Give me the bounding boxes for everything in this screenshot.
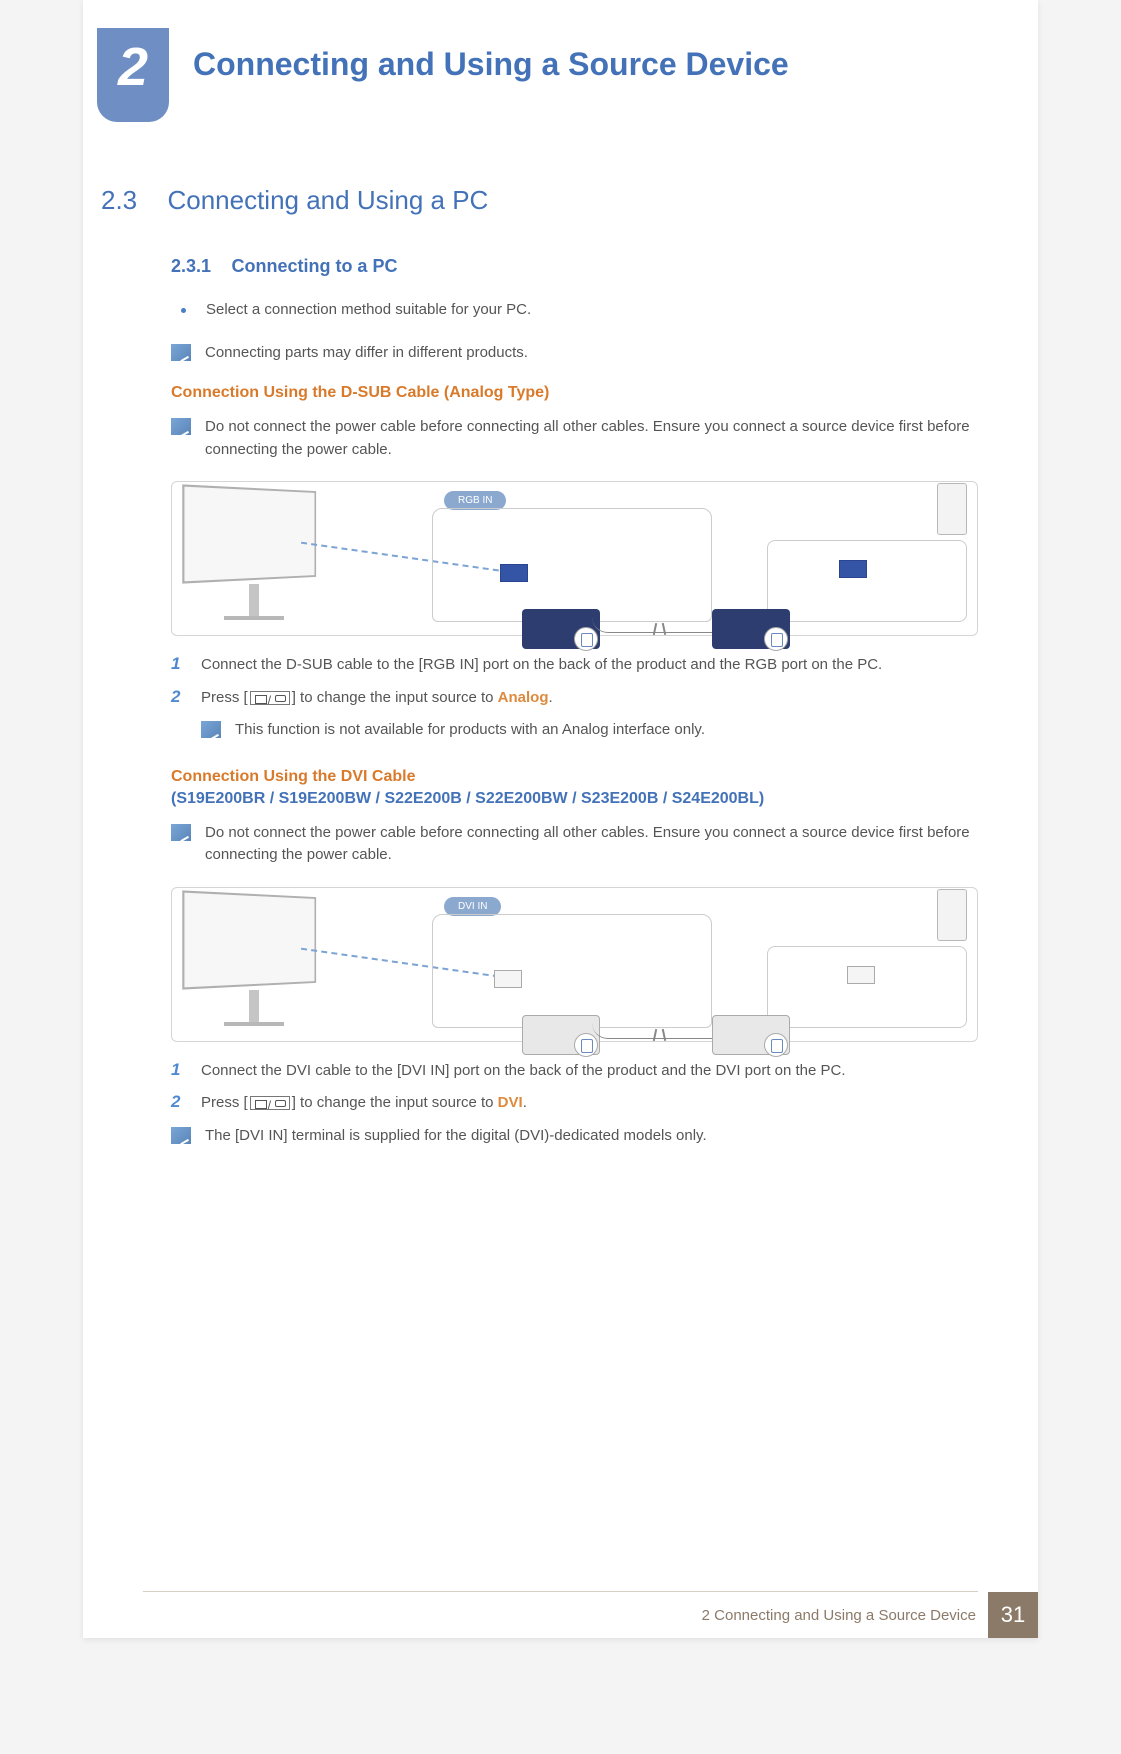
chapter-title: Connecting and Using a Source Device — [193, 46, 789, 83]
text: . — [549, 689, 553, 706]
dsub-note: This function is not available for produ… — [201, 719, 978, 742]
note-text: Connecting parts may differ in different… — [205, 342, 528, 365]
chapter-badge: 2 — [97, 28, 169, 122]
page: 2 Connecting and Using a Source Device 2… — [83, 0, 1038, 1638]
pc-dvi-port-icon — [847, 966, 875, 984]
step-number: 2 — [171, 687, 185, 707]
step-text: Connect the DVI cable to the [DVI IN] po… — [201, 1060, 846, 1083]
dsub-warning: Do not connect the power cable before co… — [171, 416, 978, 461]
source-button-icon — [250, 1096, 290, 1110]
pc-port-panel — [767, 540, 967, 622]
note-icon — [201, 721, 221, 738]
wire-tie-icon — [654, 623, 664, 637]
rgb-port-icon — [500, 564, 528, 582]
note-icon — [171, 1127, 191, 1144]
bullet-text: Select a connection method suitable for … — [206, 299, 531, 322]
text: ] to change the input source to — [292, 689, 498, 706]
step-text: Connect the D-SUB cable to the [RGB IN] … — [201, 654, 882, 677]
dvi-heading: Connection Using the DVI Cable — [171, 768, 978, 786]
source-button-icon — [250, 691, 290, 705]
wire-tie-icon — [654, 1029, 664, 1043]
monitor-port-panel — [432, 914, 712, 1028]
section-title: Connecting and Using a PC — [167, 185, 488, 215]
dsub-step-2: 2 Press [ ] to change the input source to… — [171, 687, 978, 710]
pc-tower-icon — [937, 483, 967, 535]
step-text: Press [ ] to change the input source to A… — [201, 687, 553, 710]
note-text: This function is not available for produ… — [235, 719, 705, 742]
text: Press [ — [201, 689, 248, 706]
step-number: 1 — [171, 1060, 185, 1080]
pc-tower-icon — [937, 889, 967, 941]
note-icon — [171, 418, 191, 435]
dvi-diagram: DVI IN — [171, 887, 978, 1042]
subsection-heading: 2.3.1 Connecting to a PC — [171, 256, 978, 277]
page-number: 31 — [988, 1592, 1038, 1638]
screw-icon — [574, 1033, 598, 1057]
text: . — [523, 1094, 527, 1111]
note-text: The [DVI IN] terminal is supplied for th… — [205, 1125, 707, 1148]
dvi-step-1: 1 Connect the DVI cable to the [DVI IN] … — [171, 1060, 978, 1083]
warning-text: Do not connect the power cable before co… — [205, 822, 978, 867]
subsection-title: Connecting to a PC — [231, 256, 397, 276]
dsub-heading: Connection Using the D-SUB Cable (Analog… — [171, 384, 978, 402]
chapter-number: 2 — [118, 36, 148, 98]
dvi-warning: Do not connect the power cable before co… — [171, 822, 978, 867]
dvi-note: The [DVI IN] terminal is supplied for th… — [171, 1125, 978, 1148]
footer-chapter-title: 2 Connecting and Using a Source Device — [702, 1607, 988, 1624]
keyword-analog: Analog — [498, 689, 549, 706]
footer: 2 Connecting and Using a Source Device 3… — [83, 1592, 1038, 1638]
step-number: 1 — [171, 654, 185, 674]
monitor-port-panel — [432, 508, 712, 622]
keyword-dvi: DVI — [498, 1094, 523, 1111]
text: Press [ — [201, 1094, 248, 1111]
section-number: 2.3 — [101, 185, 163, 216]
screw-icon — [574, 627, 598, 651]
step-text: Press [ ] to change the input source to D… — [201, 1092, 527, 1115]
note-icon — [171, 824, 191, 841]
screw-icon — [764, 1033, 788, 1057]
pc-rgb-port-icon — [839, 560, 867, 578]
content-area: 2.3 Connecting and Using a PC 2.3.1 Conn… — [83, 185, 1038, 1167]
bullet-icon — [181, 308, 186, 313]
text: ] to change the input source to — [292, 1094, 498, 1111]
bullet-item: Select a connection method suitable for … — [171, 299, 978, 322]
step-number: 2 — [171, 1092, 185, 1112]
note-icon — [171, 344, 191, 361]
dvi-models: (S19E200BR / S19E200BW / S22E200B / S22E… — [171, 790, 978, 808]
screw-icon — [764, 627, 788, 651]
dvi-step-2: 2 Press [ ] to change the input source to… — [171, 1092, 978, 1115]
dsub-diagram: RGB IN — [171, 481, 978, 636]
pc-port-panel — [767, 946, 967, 1028]
dvi-port-icon — [494, 970, 522, 988]
note-products: Connecting parts may differ in different… — [171, 342, 978, 365]
section-heading: 2.3 Connecting and Using a PC — [101, 185, 978, 216]
subsection-number: 2.3.1 — [171, 256, 227, 277]
dsub-step-1: 1 Connect the D-SUB cable to the [RGB IN… — [171, 654, 978, 677]
warning-text: Do not connect the power cable before co… — [205, 416, 978, 461]
port-label-dvi: DVI IN — [444, 897, 501, 916]
